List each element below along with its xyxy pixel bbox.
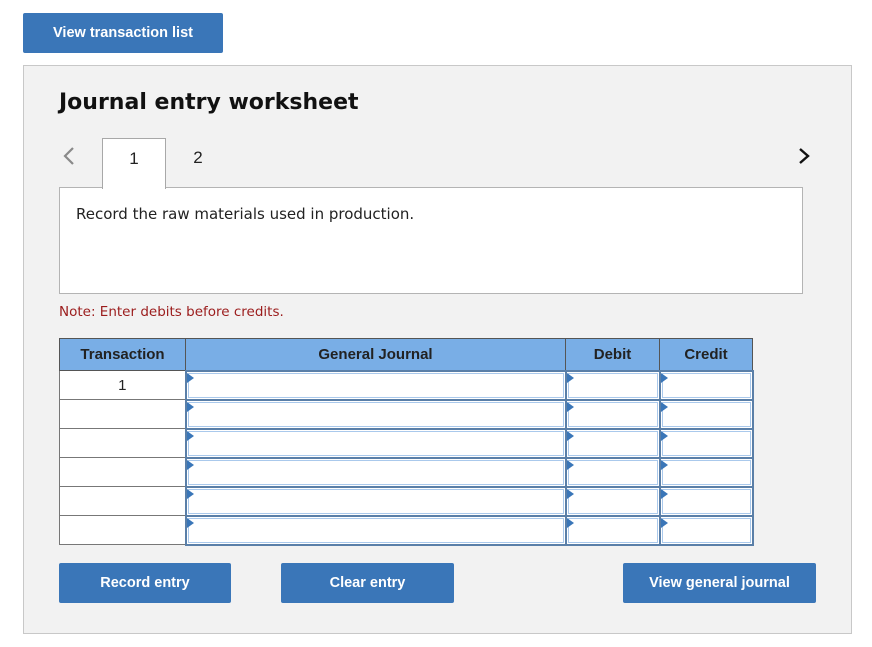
- dropdown-indicator-icon: [660, 401, 668, 412]
- chevron-right-icon[interactable]: [795, 146, 815, 166]
- journal-entry-table: Transaction General Journal Debit Credit…: [59, 338, 754, 546]
- account-input[interactable]: [187, 459, 564, 485]
- debit-input-cell: [564, 485, 661, 517]
- transaction-number-cell: [59, 515, 186, 545]
- transaction-number-cell: [59, 457, 186, 487]
- credit-input-cell: [658, 514, 754, 546]
- credit-input-cell: [658, 369, 754, 401]
- table-header-row: Transaction General Journal Debit Credit: [59, 338, 753, 371]
- dropdown-indicator-icon: [566, 517, 574, 528]
- dropdown-indicator-icon: [186, 372, 194, 383]
- account-input-cell: [184, 514, 567, 546]
- credit-input[interactable]: [661, 459, 751, 485]
- debit-input[interactable]: [567, 401, 658, 427]
- dropdown-indicator-icon: [660, 372, 668, 383]
- debit-input-cell: [564, 398, 661, 430]
- credit-input-cell: [658, 398, 754, 430]
- tab-1[interactable]: 1: [102, 138, 166, 189]
- account-input[interactable]: [187, 401, 564, 427]
- credit-input-cell: [658, 427, 754, 459]
- credit-input[interactable]: [661, 430, 751, 456]
- entry-note: Note: Enter debits before credits.: [59, 304, 284, 320]
- credit-input[interactable]: [661, 401, 751, 427]
- transaction-prompt: Record the raw materials used in product…: [59, 187, 803, 294]
- account-input[interactable]: [187, 488, 564, 514]
- dropdown-indicator-icon: [660, 517, 668, 528]
- debit-input-cell: [564, 369, 661, 401]
- credit-input-cell: [658, 456, 754, 488]
- header-general-journal: General Journal: [185, 338, 566, 371]
- debit-input-cell: [564, 514, 661, 546]
- view-general-journal-button[interactable]: View general journal: [623, 563, 816, 603]
- tab-label: 1: [129, 149, 139, 168]
- account-input-cell: [184, 369, 567, 401]
- dropdown-indicator-icon: [566, 488, 574, 499]
- credit-input[interactable]: [661, 488, 751, 514]
- account-input[interactable]: [187, 372, 564, 398]
- dropdown-indicator-icon: [566, 459, 574, 470]
- dropdown-indicator-icon: [660, 488, 668, 499]
- dropdown-indicator-icon: [660, 430, 668, 441]
- tab-label: 2: [193, 148, 203, 167]
- account-input[interactable]: [187, 517, 564, 543]
- dropdown-indicator-icon: [186, 401, 194, 412]
- debit-input-cell: [564, 456, 661, 488]
- credit-input[interactable]: [661, 517, 751, 543]
- header-debit: Debit: [565, 338, 660, 371]
- table-row: [59, 514, 754, 546]
- dropdown-indicator-icon: [186, 517, 194, 528]
- header-transaction: Transaction: [59, 338, 186, 371]
- header-credit: Credit: [659, 338, 753, 371]
- debit-input[interactable]: [567, 488, 658, 514]
- transaction-number-cell: [59, 399, 186, 429]
- view-transaction-list-button[interactable]: View transaction list: [23, 13, 223, 53]
- tab-2[interactable]: 2: [166, 138, 230, 188]
- dropdown-indicator-icon: [186, 459, 194, 470]
- dropdown-indicator-icon: [660, 459, 668, 470]
- account-input-cell: [184, 427, 567, 459]
- debit-input[interactable]: [567, 459, 658, 485]
- account-input-cell: [184, 485, 567, 517]
- dropdown-indicator-icon: [186, 488, 194, 499]
- debit-input[interactable]: [567, 517, 658, 543]
- dropdown-indicator-icon: [566, 401, 574, 412]
- prompt-text: Record the raw materials used in product…: [76, 205, 415, 223]
- account-input-cell: [184, 456, 567, 488]
- debit-input-cell: [564, 427, 661, 459]
- account-input[interactable]: [187, 430, 564, 456]
- table-row: 1: [59, 369, 754, 401]
- table-row: [59, 485, 754, 517]
- dropdown-indicator-icon: [566, 430, 574, 441]
- table-row: [59, 398, 754, 430]
- credit-input[interactable]: [661, 372, 751, 398]
- chevron-left-icon[interactable]: [60, 146, 80, 166]
- dropdown-indicator-icon: [186, 430, 194, 441]
- clear-entry-button[interactable]: Clear entry: [281, 563, 454, 603]
- credit-input-cell: [658, 485, 754, 517]
- table-row: [59, 456, 754, 488]
- table-row: [59, 427, 754, 459]
- record-entry-button[interactable]: Record entry: [59, 563, 231, 603]
- debit-input[interactable]: [567, 430, 658, 456]
- account-input-cell: [184, 398, 567, 430]
- transaction-number-cell: [59, 486, 186, 516]
- dropdown-indicator-icon: [566, 372, 574, 383]
- journal-entry-worksheet-panel: Journal entry worksheet 1 2 Record the r…: [23, 65, 852, 634]
- transaction-number-cell: [59, 428, 186, 458]
- debit-input[interactable]: [567, 372, 658, 398]
- transaction-number-cell: 1: [59, 370, 186, 400]
- worksheet-title: Journal entry worksheet: [59, 90, 359, 115]
